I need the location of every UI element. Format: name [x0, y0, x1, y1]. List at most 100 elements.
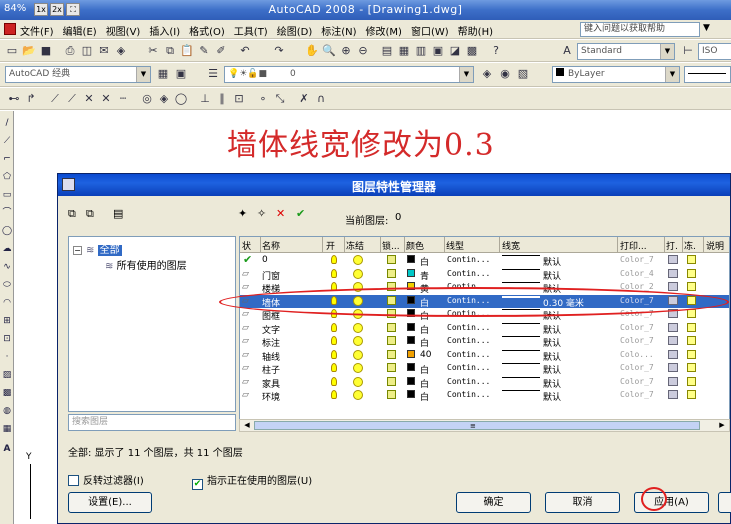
snap-none-icon[interactable]: ✗ [297, 92, 311, 106]
vp-freeze-icon[interactable] [687, 363, 696, 372]
layer-name[interactable]: 0 [262, 255, 268, 265]
column-header[interactable]: 开 [326, 239, 335, 252]
layer-name[interactable]: 轴线 [262, 350, 280, 363]
color-swatch[interactable] [407, 322, 415, 331]
rectangle-icon[interactable]: ▭ [1, 189, 13, 201]
column-separator[interactable] [444, 237, 445, 253]
layer-plot-style[interactable]: Color_7 [620, 377, 654, 386]
layer-linetype[interactable]: Contin... [447, 323, 490, 332]
color-swatch[interactable] [407, 349, 415, 358]
chevron-down-icon[interactable]: ▼ [136, 67, 150, 82]
collapse-icon[interactable]: − [73, 246, 82, 255]
column-separator[interactable] [499, 237, 500, 253]
layer-lineweight[interactable]: 默认 [543, 390, 561, 403]
unlock-icon[interactable] [387, 390, 396, 399]
column-header[interactable]: 名称 [262, 239, 280, 252]
settings-button[interactable]: 设置(E)... [68, 492, 152, 513]
snap-nearest-icon[interactable]: ⤡ [273, 92, 287, 106]
layer-previous-icon[interactable]: ◉ [498, 67, 512, 81]
checkbox-box[interactable]: ✔ [192, 479, 203, 490]
color-swatch[interactable] [407, 268, 415, 277]
freeze-sun-icon[interactable] [353, 322, 363, 333]
new-layer-icon[interactable]: ✦ [238, 207, 247, 220]
polygon-icon[interactable]: ⬠ [1, 171, 13, 183]
help-dropdown-icon[interactable]: ▼ [703, 23, 710, 33]
layer-linetype[interactable]: Contin... [447, 336, 490, 345]
column-header[interactable]: 冻结 [346, 239, 364, 252]
arc-icon[interactable]: ⌒ [1, 207, 13, 219]
zoom-window-icon[interactable]: ⊕ [339, 44, 353, 58]
layer-name[interactable]: 柱子 [262, 363, 280, 376]
circle-icon[interactable]: ◯ [1, 225, 13, 237]
unlock-icon[interactable] [387, 268, 396, 278]
dim-style-icon[interactable]: ⊢ [681, 44, 695, 58]
layer-color-name[interactable]: 白 [420, 363, 429, 376]
point-icon[interactable]: · [1, 351, 13, 363]
layer-combo[interactable]: 💡☀🔓■ 0 ▼ [224, 66, 474, 83]
gradient-icon[interactable]: ▩ [1, 387, 13, 399]
vp-freeze-icon[interactable] [687, 376, 696, 386]
multiline-text-icon[interactable]: A [1, 443, 13, 455]
chevron-down-icon[interactable]: ▼ [459, 67, 473, 82]
osnap-settings-icon[interactable]: ∩ [314, 92, 328, 106]
printer-icon[interactable] [668, 349, 678, 359]
scroll-right-icon[interactable]: ▶ [716, 420, 728, 431]
layer-linetype[interactable]: Contin... [447, 255, 490, 264]
unlock-icon[interactable] [387, 349, 396, 359]
freeze-sun-icon[interactable] [353, 255, 363, 265]
redo-icon[interactable]: ↷ [272, 44, 286, 58]
paste-icon[interactable]: 📋 [180, 44, 194, 58]
freeze-sun-icon[interactable] [353, 268, 363, 279]
layer-row[interactable]: ⏥ 标注 白 Contin... 默认 Color_7 [240, 335, 729, 349]
layer-lineweight[interactable]: 默认 [543, 363, 561, 376]
snap-insert-icon[interactable]: ⊡ [232, 92, 246, 106]
column-separator[interactable] [344, 237, 345, 253]
column-separator[interactable] [404, 237, 405, 253]
layer-list-scrollbar[interactable]: ◀ ≡ ▶ [239, 419, 730, 432]
unlock-icon[interactable] [387, 363, 396, 372]
column-header[interactable]: 线宽 [502, 239, 520, 252]
color-swatch[interactable] [407, 390, 415, 398]
help-search-input[interactable]: 键入问题以获取帮助 [580, 22, 700, 37]
layer-name[interactable]: 家具 [262, 377, 280, 390]
menu-item[interactable]: 格式(O) [189, 23, 225, 38]
delete-layer-icon[interactable]: ✕ [276, 207, 285, 220]
help-button[interactable] [718, 492, 731, 513]
layer-plot-style[interactable]: Colo... [620, 350, 654, 359]
printer-icon[interactable] [668, 322, 678, 332]
table-icon[interactable]: ▦ [1, 423, 13, 435]
zoom-realtime-icon[interactable]: 🔍 [322, 44, 336, 58]
freeze-sun-icon[interactable] [353, 349, 363, 360]
menu-item[interactable]: 帮助(H) [458, 23, 493, 38]
snap-parallel-icon[interactable]: ∥ [215, 92, 229, 106]
layer-color-name[interactable]: 白 [420, 255, 429, 268]
new-file-icon[interactable]: ▭ [5, 44, 19, 58]
freeze-sun-icon[interactable] [353, 376, 363, 387]
plot-icon[interactable]: ⎙ [63, 44, 77, 58]
layer-color-name[interactable]: 白 [420, 390, 429, 403]
search-layer-input[interactable]: 搜索图层 [68, 414, 236, 431]
vp-freeze-icon[interactable] [687, 336, 696, 345]
on-bulb-icon[interactable] [331, 322, 337, 332]
column-header[interactable]: 冻. [684, 239, 696, 252]
on-bulb-icon[interactable] [331, 349, 337, 359]
snap-apparent-intersection-icon[interactable]: ✕ [99, 92, 113, 106]
layer-states-icon[interactable]: ▧ [516, 67, 530, 81]
printer-icon[interactable] [668, 376, 678, 386]
on-bulb-icon[interactable] [331, 363, 337, 372]
color-combo[interactable]: ByLayer ▼ [552, 66, 680, 83]
cut-icon[interactable]: ✂ [146, 44, 160, 58]
layer-linetype[interactable]: Contin... [447, 269, 490, 278]
layer-plot-style[interactable]: Color_7 [620, 363, 654, 372]
design-center-icon[interactable]: ▦ [397, 44, 411, 58]
menu-item[interactable]: 工具(T) [234, 23, 268, 38]
snap-intersection-icon[interactable]: ✕ [82, 92, 96, 106]
layer-plot-style[interactable]: Color_7 [620, 255, 654, 264]
tool-palettes-icon[interactable]: ▥ [414, 44, 428, 58]
vp-freeze-icon[interactable] [687, 309, 696, 318]
scroll-thumb[interactable]: ≡ [254, 421, 700, 430]
properties-icon[interactable]: ▤ [380, 44, 394, 58]
menu-item[interactable]: 绘图(D) [277, 23, 313, 38]
zoom-previous-icon[interactable]: ⊖ [356, 44, 370, 58]
on-bulb-icon[interactable] [331, 336, 337, 345]
